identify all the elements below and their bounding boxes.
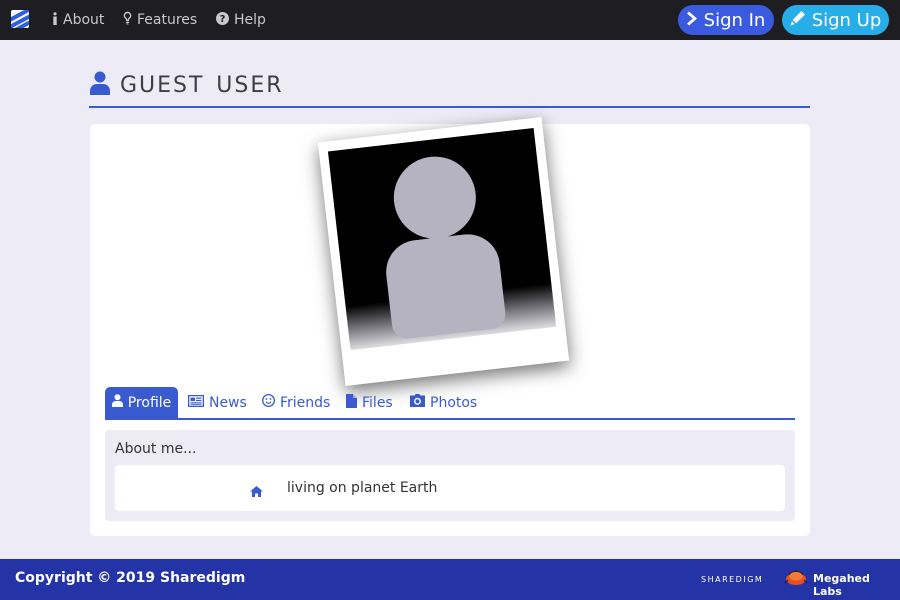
nav-features-label: Features [137, 12, 198, 28]
chevron-right-icon [686, 10, 698, 31]
nav-about-label: About [63, 12, 105, 28]
svg-text:?: ? [220, 14, 226, 25]
nav-about-link[interactable]: About [52, 11, 104, 29]
question-circle-icon: ? [216, 11, 229, 29]
profile-tabs: Profile News Friends Files Photos [105, 387, 795, 420]
sign-in-button[interactable]: Sign In [678, 5, 774, 35]
tab-news-label: News [209, 394, 247, 411]
about-panel: About me... living on planet Earth [105, 430, 795, 521]
sign-in-label: Sign In [703, 9, 766, 31]
lightbulb-icon [123, 11, 132, 29]
user-icon [111, 394, 123, 411]
user-avatar-placeholder-icon [327, 128, 557, 351]
user-icon [90, 71, 110, 99]
about-location-row: living on planet Earth [115, 465, 785, 511]
profile-card: Profile News Friends Files Photos About … [90, 117, 810, 536]
smile-icon [262, 394, 275, 411]
home-icon [250, 482, 263, 501]
page-title: Guest User [89, 64, 810, 108]
tab-files-label: Files [362, 394, 393, 411]
tab-profile[interactable]: Profile [105, 387, 178, 418]
info-icon [52, 11, 58, 29]
newspaper-icon [188, 394, 204, 411]
pencil-icon [790, 10, 806, 31]
tab-files[interactable]: Files [346, 387, 393, 418]
top-navbar: About Features ? Help Sign In Sign Up [0, 0, 900, 40]
page-title-text: Guest User [120, 64, 284, 100]
about-location-text: living on planet Earth [287, 480, 438, 496]
sharedigm-logo-icon[interactable] [11, 10, 29, 28]
footer-brand-text[interactable]: sharedigm [701, 572, 763, 585]
sign-up-button[interactable]: Sign Up [782, 5, 889, 35]
copyright-text: Copyright © 2019 Sharedigm [15, 570, 246, 586]
tab-news[interactable]: News [188, 387, 247, 418]
footer: Copyright © 2019 Sharedigm sharedigm Meg… [0, 559, 900, 600]
megahed-labs-logo-icon[interactable] [784, 568, 808, 590]
camera-icon [410, 394, 425, 411]
file-icon [346, 393, 357, 412]
nav-help-link[interactable]: ? Help [216, 11, 266, 29]
tab-friends-label: Friends [280, 394, 331, 411]
footer-lab-text[interactable]: Megahed Labs [813, 572, 900, 598]
tab-photos-label: Photos [430, 394, 478, 411]
sign-up-label: Sign Up [811, 9, 882, 31]
tab-friends[interactable]: Friends [262, 387, 330, 418]
nav-help-label: Help [234, 12, 266, 28]
about-heading: About me... [115, 441, 197, 457]
nav-features-link[interactable]: Features [123, 11, 197, 29]
tab-profile-label: Profile [127, 394, 172, 411]
profile-photo[interactable] [317, 117, 570, 386]
tab-photos[interactable]: Photos [410, 387, 477, 418]
